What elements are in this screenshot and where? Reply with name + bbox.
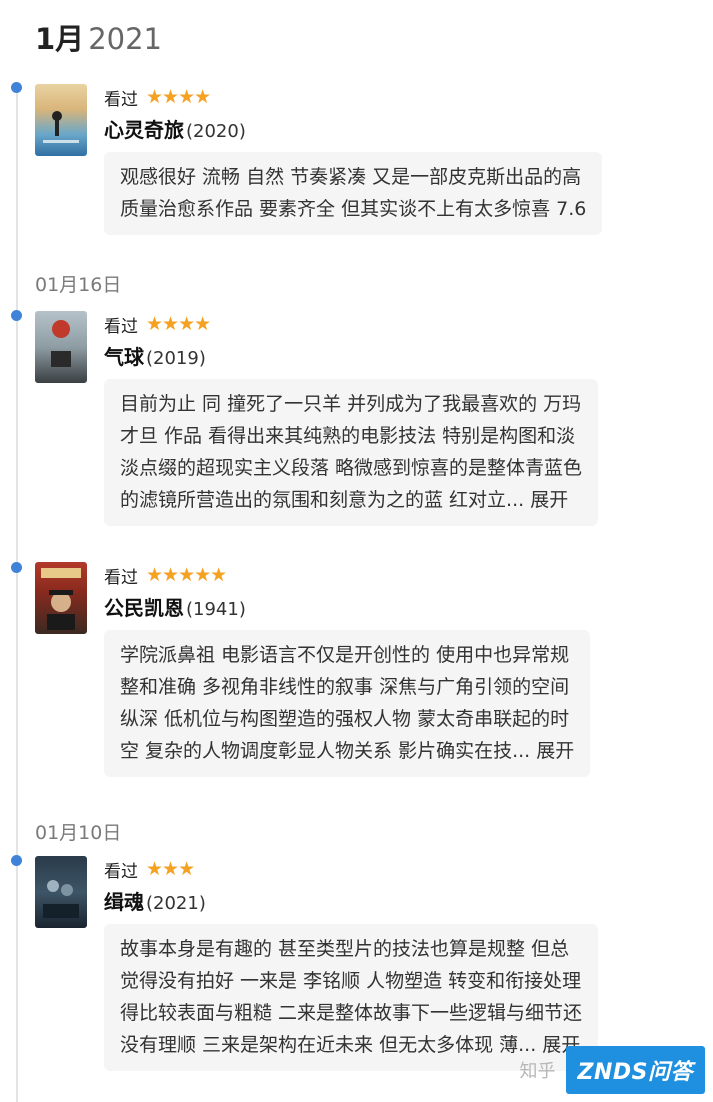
watch-status: 看过 (104, 861, 138, 882)
movie-title[interactable]: 气球 (104, 345, 144, 369)
timeline-dot (11, 855, 22, 866)
movie-poster[interactable] (35, 311, 87, 383)
comment-line: 淡点缀的超现实主义段落 略微感到惊喜的是整体青蓝色 (120, 457, 583, 479)
comment-line: 学院派鼻祖 电影语言不仅是开创性的 使用中也异常规 (120, 644, 570, 666)
rating-stars: ★★★★ (146, 86, 211, 108)
comment-line: 才旦 作品 看得出来其纯熟的电影技法 特别是构图和淡 (120, 425, 576, 447)
watch-status: 看过 (104, 89, 138, 110)
review-comment: 目前为止 同 撞死了一只羊 并列成为了我最喜欢的 万玛 才旦 作品 看得出来其纯… (104, 379, 599, 526)
timeline-dot (11, 562, 22, 573)
watch-status: 看过 (104, 567, 138, 588)
movie-title[interactable]: 缉魂 (104, 890, 144, 914)
timeline-dot (11, 310, 22, 321)
movie-year: (2019) (146, 348, 206, 369)
comment-line: 得比较表面与粗糙 二来是整体故事下一些逻辑与细节还 (120, 1002, 583, 1024)
review-comment: 观感很好 流畅 自然 节奏紧凑 又是一部皮克斯出品的高 质量治愈系作品 要素齐全… (104, 152, 603, 235)
comment-line: 质量治愈系作品 要素齐全 但其实谈不上有太多惊喜 7.6 (120, 198, 587, 220)
timeline-dot (11, 82, 22, 93)
comment-line: 没有理顺 三来是架构在近未来 但无太多体现 薄... 展开 (120, 1029, 582, 1061)
comment-line: 目前为止 同 撞死了一只羊 并列成为了我最喜欢的 万玛 (120, 393, 582, 415)
year-label: 2021 (88, 22, 162, 56)
timeline-line (16, 84, 18, 1102)
movie-poster[interactable] (35, 856, 87, 928)
movie-year: (2020) (186, 121, 246, 142)
znds-badge: ZNDS问答 (565, 1046, 705, 1094)
comment-line: 故事本身是有趣的 甚至类型片的技法也算是规整 但总 (120, 938, 570, 960)
month-label: 1月 (35, 22, 85, 56)
date-label: 01月10日 (35, 822, 122, 844)
review-comment: 学院派鼻祖 电影语言不仅是开创性的 使用中也异常规 整和准确 多视角非线性的叙事… (104, 630, 591, 777)
comment-line: 觉得没有拍好 一来是 李铭顺 人物塑造 转变和衔接处理 (120, 970, 582, 992)
rating-stars: ★★★★★ (146, 564, 227, 586)
movie-year: (1941) (186, 599, 246, 620)
comment-text: 没有理顺 三来是架构在近未来 但无太多体现 薄... (120, 1034, 537, 1056)
expand-link[interactable]: 展开 (536, 740, 574, 762)
date-label: 01月16日 (35, 274, 122, 296)
zhihu-watermark: 知乎 (519, 1061, 556, 1082)
comment-text: 空 复杂的人物调度彰显人物关系 影片确实在技... (120, 740, 531, 762)
rating-stars: ★★★ (146, 858, 195, 880)
expand-link[interactable]: 展开 (530, 489, 568, 511)
comment-line: 观感很好 流畅 自然 节奏紧凑 又是一部皮克斯出品的高 (120, 166, 582, 188)
movie-year: (2021) (146, 893, 206, 914)
movie-title[interactable]: 公民凯恩 (104, 596, 184, 620)
comment-text: 的滤镜所营造出的氛围和刻意为之的蓝 红对立... (120, 489, 525, 511)
movie-poster[interactable] (35, 84, 87, 156)
watch-status: 看过 (104, 316, 138, 337)
month-header: 1月 2021 (35, 16, 162, 58)
watermark: 知乎 ZNDS问答 (520, 1046, 705, 1094)
movie-poster[interactable] (35, 562, 87, 634)
rating-stars: ★★★★ (146, 313, 211, 335)
comment-line: 纵深 低机位与构图塑造的强权人物 蒙太奇串联起的时 (120, 708, 570, 730)
comment-line: 整和准确 多视角非线性的叙事 深焦与广角引领的空间 (120, 676, 570, 698)
movie-title[interactable]: 心灵奇旅 (104, 118, 184, 142)
comment-line: 的滤镜所营造出的氛围和刻意为之的蓝 红对立... 展开 (120, 484, 582, 516)
comment-line: 空 复杂的人物调度彰显人物关系 影片确实在技... 展开 (120, 735, 574, 767)
